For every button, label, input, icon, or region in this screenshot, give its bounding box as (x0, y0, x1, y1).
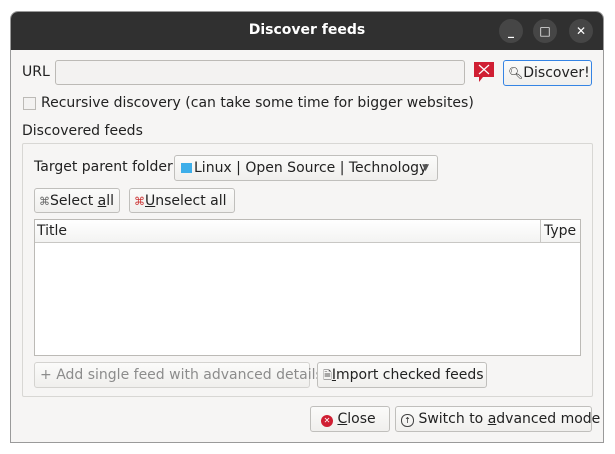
table-header: Title Type (35, 220, 580, 243)
add-single-feed-button[interactable]: + Add single feed with advanced details (34, 362, 323, 388)
target-folder-label: Target parent folder (34, 159, 173, 175)
minimize-button[interactable]: _ (499, 19, 523, 43)
close-button[interactable]: ✕ Close (310, 406, 390, 432)
select-all-icon: ⌘ (39, 195, 50, 208)
close-window-button[interactable]: ✕ (569, 19, 593, 43)
url-input[interactable] (55, 60, 465, 85)
column-divider (540, 220, 541, 242)
close-circle-icon: ✕ (321, 415, 333, 427)
select-all-button[interactable]: ⌘Select all (34, 188, 120, 213)
discovered-feeds-label: Discovered feeds (22, 123, 143, 139)
recursive-checkbox[interactable] (23, 97, 36, 110)
recursive-label: Recursive discovery (can take some time … (41, 95, 474, 111)
url-label: URL (22, 64, 50, 80)
target-folder-combo[interactable]: Linux | Open Source | Technology ▼ (174, 155, 438, 181)
plus-icon: + (40, 367, 52, 383)
unselect-all-button[interactable]: ⌘Unselect all (129, 188, 235, 213)
feeds-table[interactable]: Title Type (34, 219, 581, 356)
import-icon: 🗎︎ (323, 369, 332, 382)
chevron-down-icon: ▼ (422, 163, 429, 173)
minimize-icon: _ (508, 24, 514, 38)
folder-icon (181, 163, 192, 173)
unselect-all-icon: ⌘ (134, 195, 145, 208)
search-icon: 🔍︎ (508, 66, 524, 80)
column-title[interactable]: Title (37, 223, 67, 239)
maximize-icon: □ (539, 24, 551, 38)
column-type[interactable]: Type (544, 223, 576, 239)
error-flag-icon (474, 62, 494, 82)
maximize-button[interactable]: □ (533, 19, 557, 43)
close-icon: ✕ (575, 24, 587, 38)
switch-advanced-mode-button[interactable]: ↑ Switch to advanced mode (395, 406, 600, 432)
import-checked-feeds-button[interactable]: 🗎︎Import checked feeds (317, 362, 487, 388)
title-bar: Discover feeds _ □ ✕ (11, 12, 603, 50)
discover-button[interactable]: 🔍︎Discover! (503, 60, 592, 86)
arrow-up-circle-icon: ↑ (401, 414, 414, 427)
